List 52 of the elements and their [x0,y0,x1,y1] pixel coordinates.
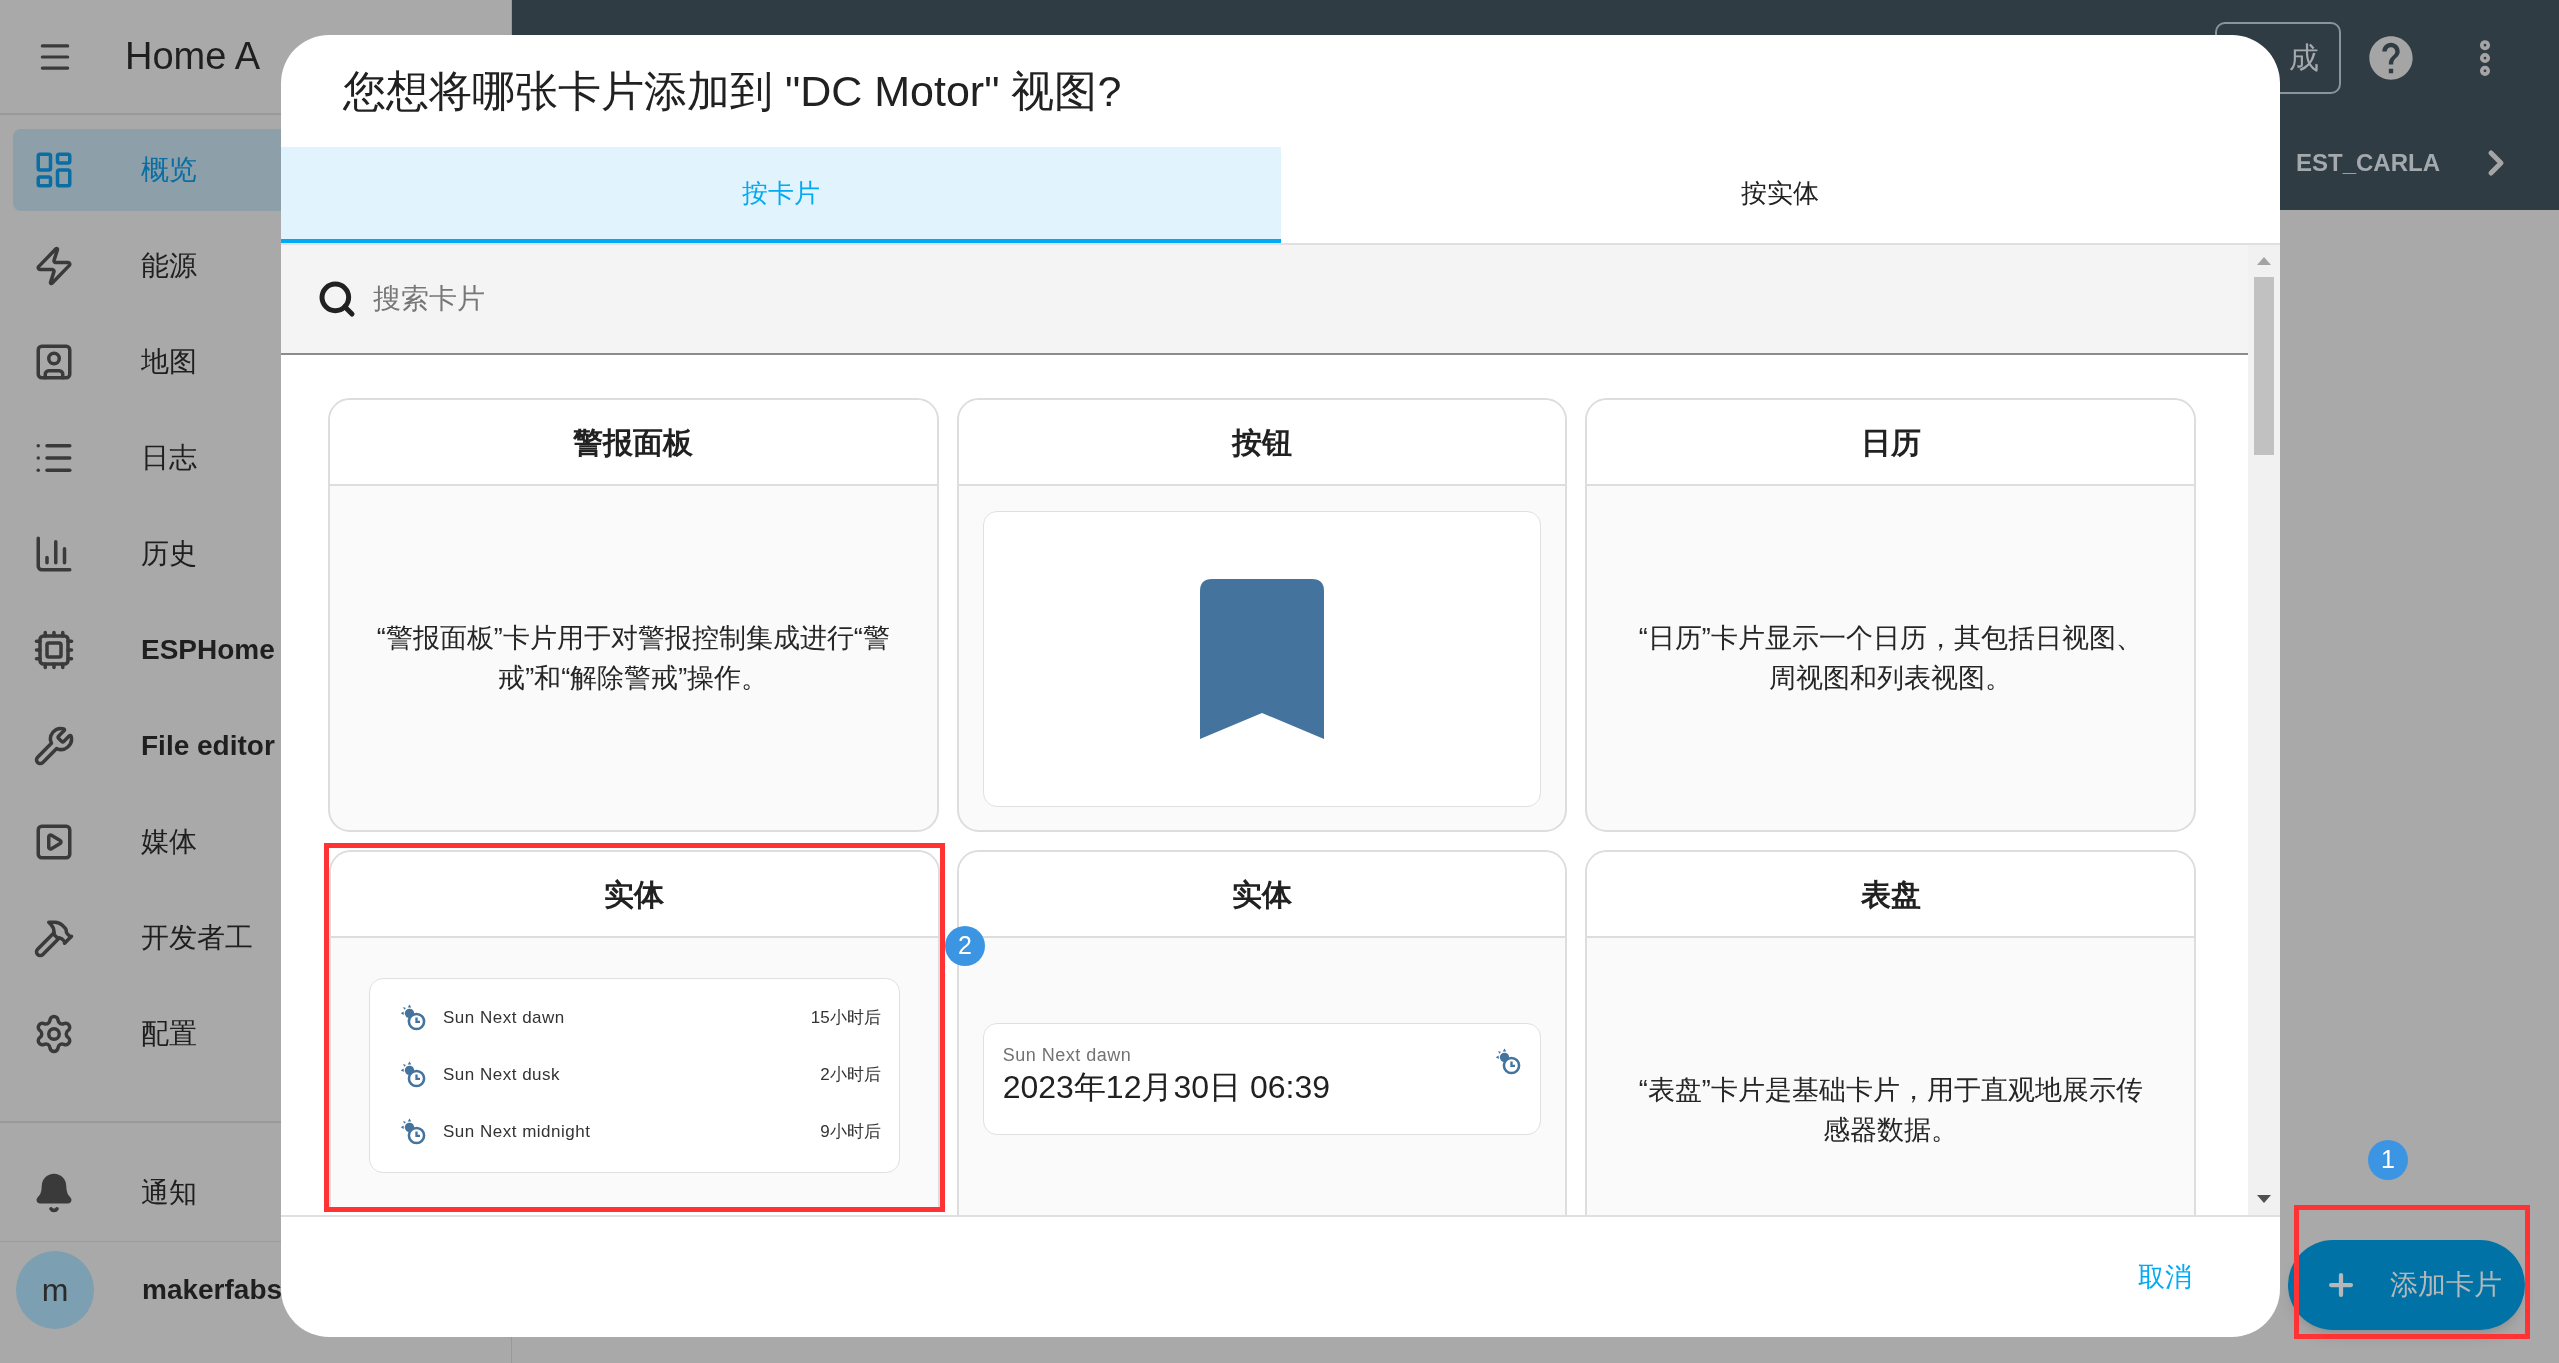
sidebar-label: 历史 [141,537,197,571]
scrollbar[interactable] [2248,245,2280,1215]
entity-value: 2小时后 [820,1063,881,1086]
search-icon [317,279,357,319]
card-option[interactable]: 警报面板 “警报面板”卡片用于对警报控制集成进行“警戒”和“解除警戒”操作。 [328,398,939,832]
user-avatar: m [16,1250,94,1329]
card-title: 实体 [604,876,665,913]
app-title: Home A [125,34,261,79]
card-title: 日历 [1860,424,1921,461]
sidebar-label: 概览 [141,153,197,187]
scroll-down-icon[interactable] [2257,1195,2271,1205]
card-title: 实体 [1232,876,1292,913]
lightning-icon [33,245,75,287]
card-option[interactable]: 表盘 “表盘”卡片是基础卡片，用于直观地展示传感器数据。 [1585,850,2196,1215]
entity-name: Sun Next midnight [443,1120,591,1143]
sidebar-label: ESPHome [141,633,275,667]
wrench-icon [33,725,75,767]
sidebar-label: 地图 [141,345,197,379]
card-title: 警报面板 [573,424,694,461]
sun-clock-icon [399,1060,427,1089]
card-option[interactable]: 按钮 [956,398,1568,832]
card-option[interactable]: 实体 Sun Next dawn 15小时后 Sun Next dusk 2小时后 Sun Next midnight 9小时后 [329,850,940,1207]
bookmark-icon [1200,579,1324,739]
card-description: “警报面板”卡片用于对警报控制集成进行“警戒”和“解除警戒”操作。 [375,622,891,695]
sun-clock-icon [399,1117,427,1146]
search-field[interactable]: 搜索卡片 [281,245,2248,355]
user-name: makerfabs [142,1272,283,1307]
sun-clock-icon [1494,1048,1523,1076]
entity-name: Sun Next dawn [1002,1044,1133,1066]
step-badge: 2 [945,926,985,966]
card-title: 按钮 [1232,424,1292,461]
card-description: “表盘”卡片是基础卡片，用于直观地展示传感器数据。 [1637,1074,2144,1147]
sidebar-label: 配置 [141,1017,197,1051]
entity-name: Sun Next dusk [443,1063,561,1086]
entity-value: 15小时后 [810,1006,881,1029]
step-badge: 1 [2368,1140,2408,1180]
sidebar-label: 开发者工 [141,921,253,955]
dialog-title: 您想将哪张卡片添加到 "DC Motor" 视图? [343,65,1122,117]
scrollbar-thumb[interactable] [2254,277,2274,455]
card-title: 表盘 [1860,876,1921,913]
sidebar-label: 媒体 [141,825,197,859]
card-option[interactable]: 日历 “日历”卡片显示一个日历，其包括日视图、周视图和列表视图。 [1585,398,2196,832]
chip-icon [33,629,75,671]
view-tab[interactable]: EST_CARLA [2296,144,2440,181]
entity-name: Sun Next dawn [443,1006,565,1029]
sidebar-label: File editor [141,729,275,763]
sidebar-label: 日志 [141,441,197,475]
card-description: “日历”卡片显示一个日历，其包括日视图、周视图和列表视图。 [1637,622,2144,695]
entity-value: 9小时后 [820,1120,881,1143]
entity-state: 2023年12月30日 06:39 [1002,1068,1331,1107]
sun-clock-icon [399,1003,427,1032]
sidebar-label: 能源 [141,249,197,283]
